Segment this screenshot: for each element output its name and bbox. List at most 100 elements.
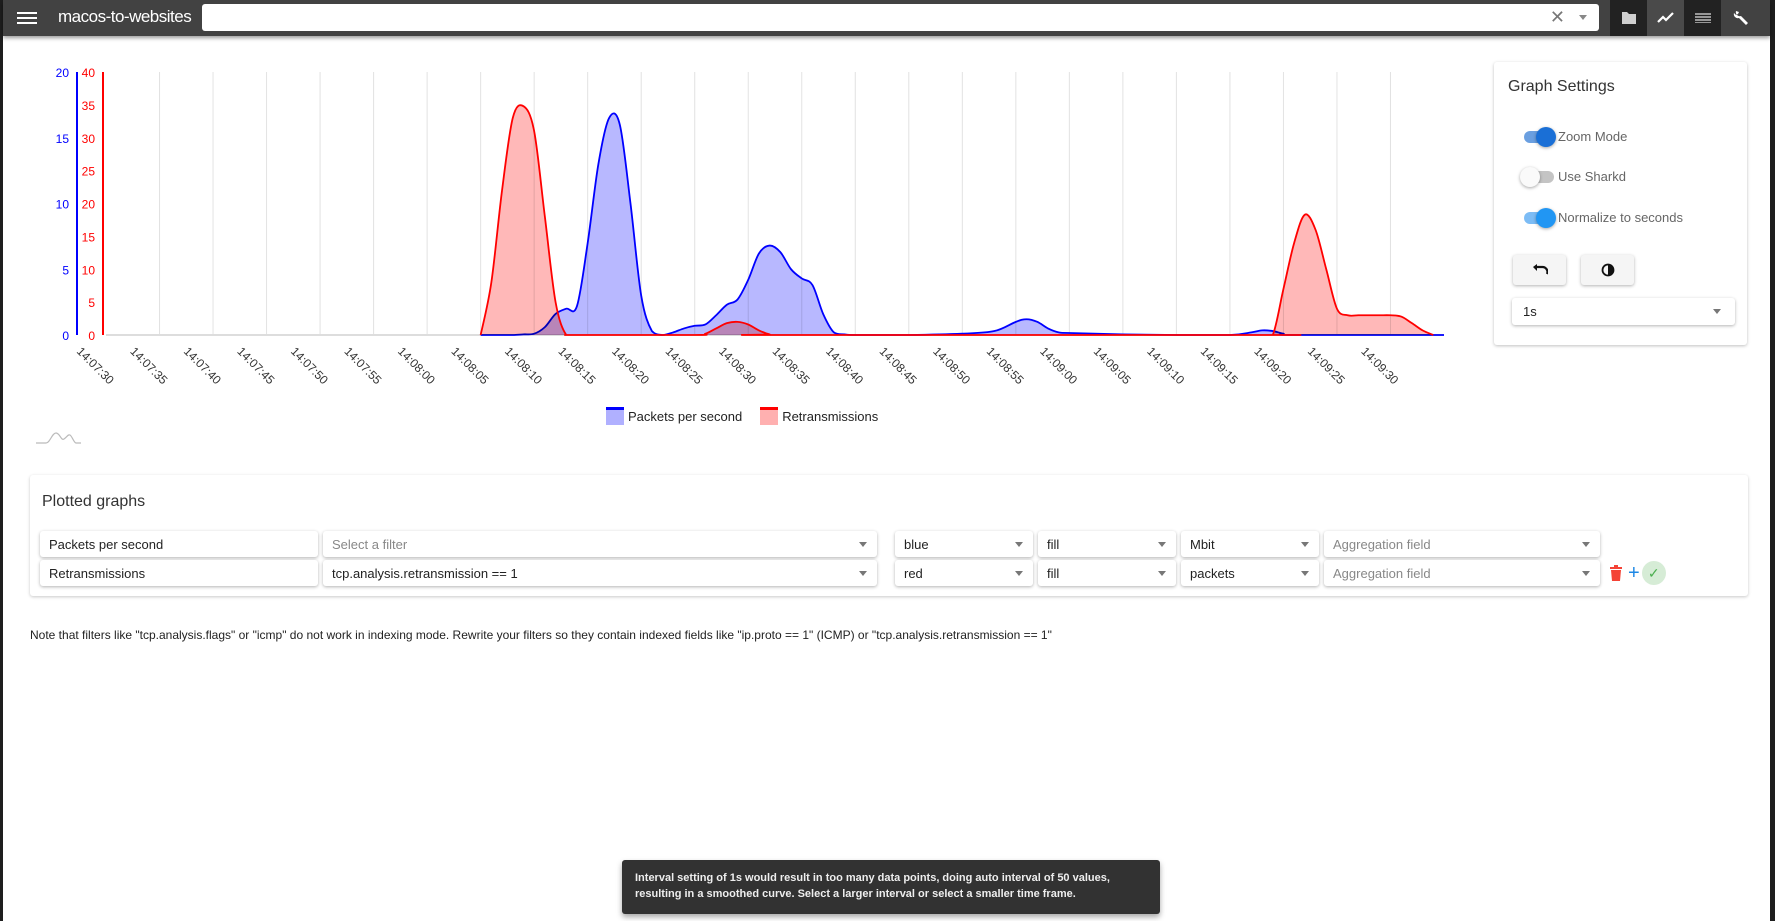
field-value: packets <box>1190 566 1235 581</box>
settings-title: Graph Settings <box>1508 78 1615 95</box>
x-tick-label: 14:08:45 <box>877 344 920 387</box>
x-tick-label: 14:08:55 <box>984 344 1027 387</box>
undo-icon <box>1532 264 1548 275</box>
field-value: blue <box>904 537 929 552</box>
x-tick-label: 14:08:05 <box>449 344 492 387</box>
field-value: Packets per second <box>49 537 164 552</box>
app-title: macos-to-websites <box>58 7 192 26</box>
filter-search: ✕ <box>202 4 1599 31</box>
color-select[interactable]: red <box>895 560 1033 586</box>
folder-icon <box>1621 12 1636 24</box>
unit-select[interactable]: Mbit <box>1181 531 1319 557</box>
y-tick-label: 25 <box>82 165 96 179</box>
field-value: Retransmissions <box>49 566 146 581</box>
chevron-down-icon[interactable] <box>1579 15 1587 20</box>
legend-label: Packets per second <box>628 408 743 424</box>
x-tick-label: 14:08:10 <box>502 344 545 387</box>
trash-icon[interactable] <box>1610 565 1622 581</box>
y-tick-label: 20 <box>82 198 96 212</box>
chart-svg[interactable]: 14:07:30 14:07:35 14:07:40 14:07:45 14:07:50… <box>3 36 1483 456</box>
menu-icon[interactable] <box>17 9 37 27</box>
overview-sparkline-icon[interactable] <box>36 430 81 446</box>
x-tick-label: 14:09:30 <box>1358 344 1401 387</box>
toggle-switch[interactable] <box>1524 126 1556 147</box>
graph-name-field[interactable]: Retransmissions <box>40 560 318 586</box>
x-tick-label: 14:07:55 <box>341 344 384 387</box>
chevron-down-icon <box>1015 542 1023 547</box>
toggle-label: Zoom Mode <box>1558 129 1628 144</box>
style-select[interactable]: fill <box>1038 531 1176 557</box>
legend-label: Retransmissions <box>782 408 879 424</box>
legend-item-packets[interactable]: Packets per second <box>606 407 742 425</box>
chart-line-icon <box>1656 12 1674 23</box>
chart-area[interactable]: 14:07:30 14:07:35 14:07:40 14:07:45 14:07:50… <box>3 36 1483 456</box>
chevron-down-icon <box>1301 542 1309 547</box>
search-input[interactable] <box>210 7 1540 28</box>
top-bar: macos-to-websites ✕ <box>3 0 1770 36</box>
x-tick-label: 14:07:35 <box>127 344 170 387</box>
contrast-button[interactable] <box>1581 255 1634 285</box>
x-tick-label: 14:07:50 <box>288 344 331 387</box>
use-sharkd-toggle[interactable]: Use Sharkd <box>1520 166 1626 187</box>
field-value: Aggregation field <box>1333 537 1431 552</box>
x-tick-label: 14:07:30 <box>74 344 117 387</box>
y-tick-label: 5 <box>88 296 95 310</box>
list-button[interactable] <box>1684 0 1721 36</box>
contrast-icon <box>1601 263 1614 277</box>
confirm-button[interactable]: ✓ <box>1641 561 1666 585</box>
chevron-down-icon <box>1301 571 1309 576</box>
chevron-down-icon <box>1158 571 1166 576</box>
normalize-seconds-toggle[interactable]: Normalize to seconds <box>1524 207 1683 228</box>
y-tick-label: 0 <box>88 329 95 343</box>
toolbar <box>1610 0 1763 36</box>
legend-swatch-red <box>760 407 779 425</box>
x-tick-label: 14:08:50 <box>930 344 973 387</box>
chevron-down-icon <box>1582 542 1590 547</box>
x-tick-label: 14:07:40 <box>181 344 224 387</box>
color-select[interactable]: blue <box>895 531 1033 557</box>
add-graph-button[interactable]: + <box>1628 563 1640 583</box>
x-tick-label: 14:09:25 <box>1305 344 1348 387</box>
plotted-title: Plotted graphs <box>42 493 146 510</box>
clear-icon[interactable]: ✕ <box>1550 7 1565 28</box>
style-select[interactable]: fill <box>1038 560 1176 586</box>
undo-button[interactable] <box>1513 255 1566 285</box>
y-tick-label: 35 <box>82 99 96 113</box>
chevron-down-icon <box>859 542 867 547</box>
x-tick-label: 14:09:20 <box>1251 344 1294 387</box>
wrench-icon <box>1733 11 1748 25</box>
indexing-note: Note that filters like "tcp.analysis.fla… <box>30 628 1052 642</box>
x-tick-label: 14:08:35 <box>770 344 813 387</box>
unit-select[interactable]: packets <box>1181 560 1319 586</box>
field-value: Aggregation field <box>1333 566 1431 581</box>
toggle-switch[interactable] <box>1520 166 1554 187</box>
chevron-down-icon <box>1713 309 1721 314</box>
x-tick-label: 14:08:30 <box>716 344 759 387</box>
chevron-down-icon <box>1582 571 1590 576</box>
interval-select[interactable]: 1s <box>1512 298 1735 325</box>
field-value: Mbit <box>1190 537 1215 552</box>
field-value: tcp.analysis.retransmission == 1 <box>332 566 518 581</box>
legend-item-retransmissions[interactable]: Retransmissions <box>760 407 878 425</box>
aggregation-select[interactable]: Aggregation field <box>1324 560 1600 586</box>
filter-select[interactable]: Select a filter <box>323 531 877 557</box>
x-tick-label: 14:07:45 <box>234 344 277 387</box>
graph-name-field[interactable]: Packets per second <box>40 531 318 557</box>
x-tick-label: 14:08:15 <box>556 344 599 387</box>
toggle-label: Use Sharkd <box>1558 169 1626 184</box>
graph-button[interactable] <box>1647 0 1684 36</box>
toggle-switch[interactable] <box>1524 207 1556 228</box>
snackbar-message: Interval setting of 1s would result in t… <box>622 860 1160 914</box>
settings-button[interactable] <box>1721 0 1763 36</box>
aggregation-select[interactable]: Aggregation field <box>1324 531 1600 557</box>
graph-settings-panel: Graph Settings Zoom Mode Use Sharkd Norm… <box>1494 62 1747 345</box>
folder-button[interactable] <box>1610 0 1647 36</box>
y-tick-label: 10 <box>56 198 70 212</box>
legend-swatch-blue <box>606 407 624 425</box>
interval-value: 1s <box>1523 304 1537 319</box>
zoom-mode-toggle[interactable]: Zoom Mode <box>1524 126 1628 147</box>
x-tick-label: 14:08:25 <box>663 344 706 387</box>
field-value: red <box>904 566 923 581</box>
y-tick-label: 0 <box>62 329 69 343</box>
filter-select[interactable]: tcp.analysis.retransmission == 1 <box>323 560 877 586</box>
